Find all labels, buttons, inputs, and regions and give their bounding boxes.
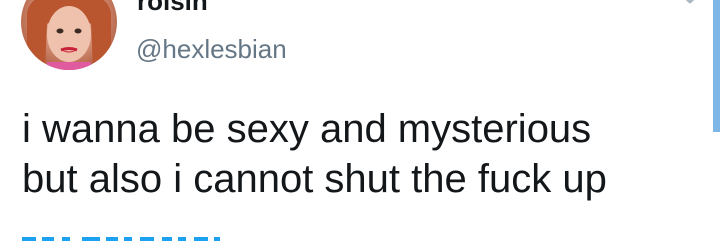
chevron-down-icon — [685, 0, 695, 4]
display-name[interactable]: roisin — [137, 0, 208, 16]
tweet-text-line: but also i cannot shut the fuck up — [22, 157, 607, 201]
tweet-menu-button[interactable] — [676, 0, 704, 10]
tweet-text-line: i wanna be sexy and mysterious — [22, 107, 592, 151]
profile-photo-icon — [27, 0, 111, 70]
cut-off-link-text-icon — [22, 237, 220, 241]
tweet-text: i wanna be sexy and mysterious but also … — [22, 104, 702, 204]
avatar[interactable] — [21, 0, 117, 70]
tweet-meta-strip[interactable] — [22, 230, 222, 242]
scrollbar[interactable] — [713, 0, 720, 132]
user-handle[interactable]: @hexlesbian — [136, 34, 287, 64]
tweet-card[interactable]: roisin @hexlesbian i wanna be sexy and m… — [0, 0, 720, 242]
